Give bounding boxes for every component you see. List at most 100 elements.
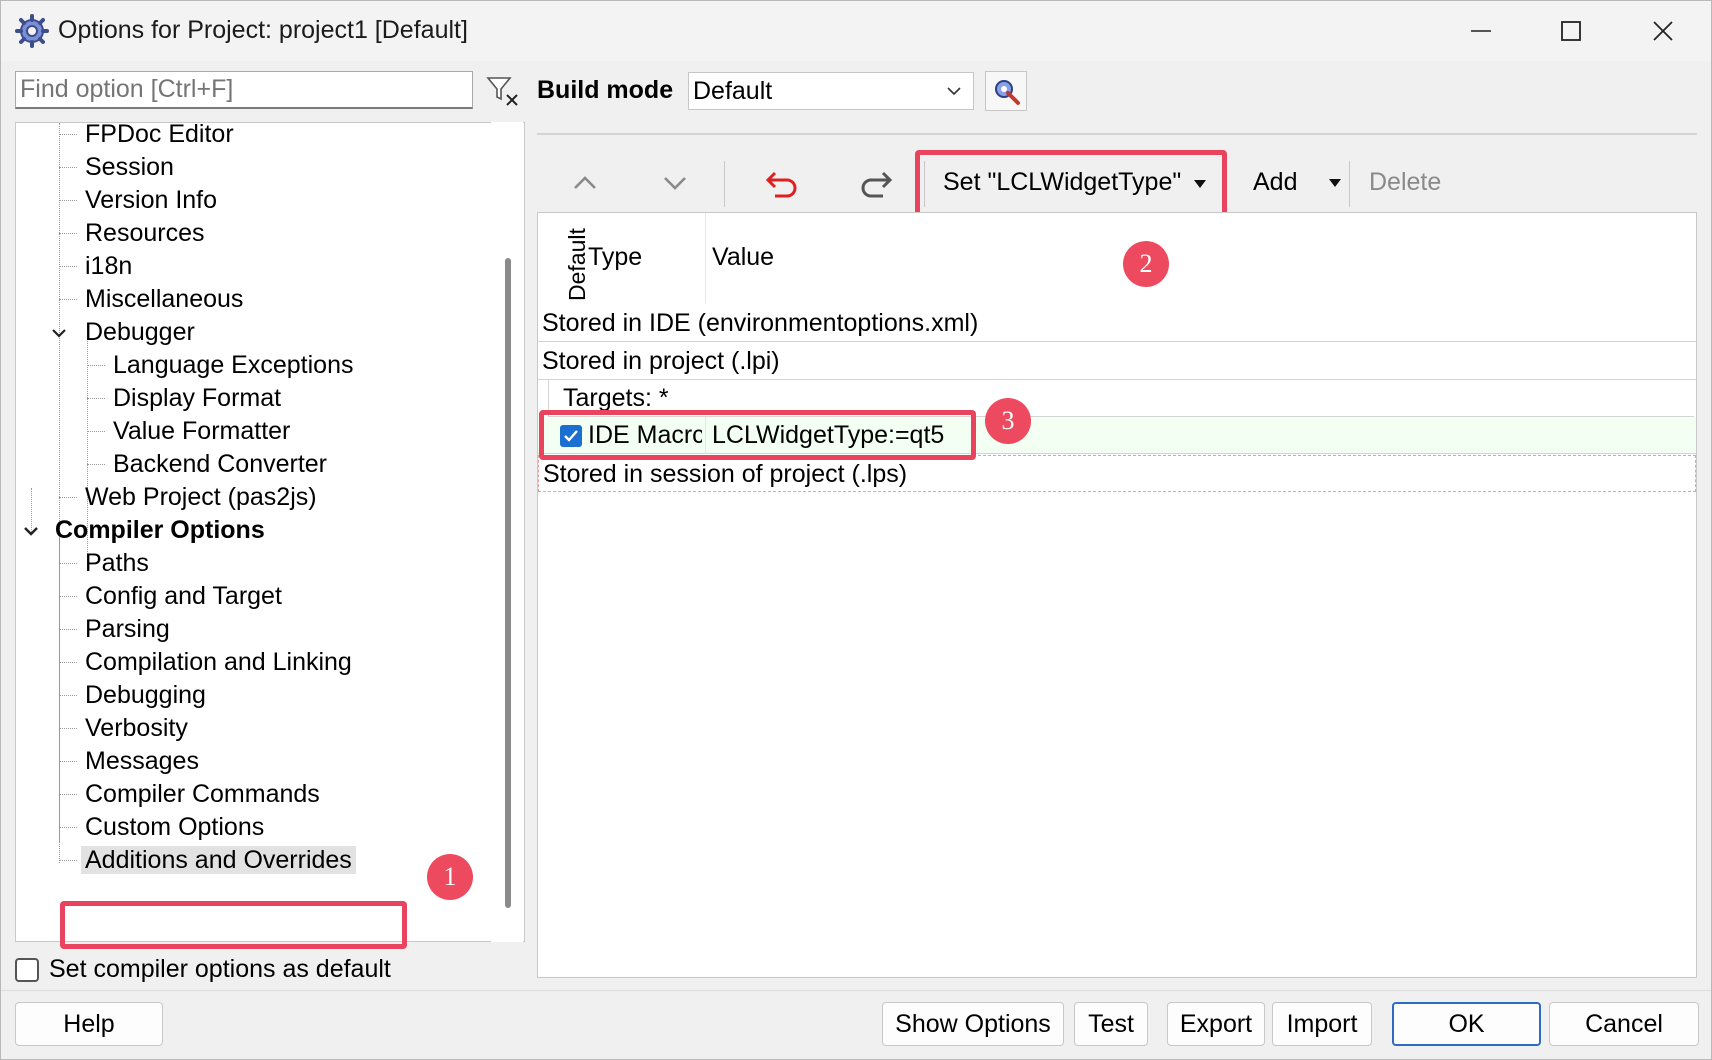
build-mode-select[interactable]: Default [688,72,974,110]
tree-item-label: Version Info [85,186,218,214]
find-option-input[interactable] [15,71,473,109]
tree-scrollbar[interactable] [491,122,523,942]
minimize-button[interactable] [1435,1,1527,61]
tree-connector [59,629,77,630]
tree-item-fpdoc-editor[interactable]: FPDoc Editor [85,122,234,151]
tree-item-debugging[interactable]: Debugging [85,678,206,712]
test-button-label: Test [1088,1009,1134,1038]
maximize-icon [1561,21,1581,41]
set-default-checkbox[interactable]: Set compiler options as default [15,955,391,984]
chevron-down-icon[interactable] [49,323,69,343]
redo-button[interactable] [855,163,895,203]
grid-row-ide-storage[interactable]: Stored in IDE (environmentoptions.xml) [538,305,1696,342]
tree-item-label: Display Format [113,384,282,412]
tree-item-additions-and-overrides[interactable]: Additions and Overrides [81,843,356,877]
options-tree[interactable]: FPDoc Editor Session Version Info Resour… [15,122,525,942]
tree-item-messages[interactable]: Messages [85,744,199,778]
tree-connector [59,266,77,267]
ok-button[interactable]: OK [1392,1002,1541,1046]
tree-item-custom-options[interactable]: Custom Options [85,810,264,844]
tree-item-resources[interactable]: Resources [85,216,205,250]
tree-item-language-exceptions[interactable]: Language Exceptions [113,348,353,382]
import-button[interactable]: Import [1272,1002,1372,1046]
column-header-default: Default [564,219,590,301]
tree-item-paths[interactable]: Paths [85,546,149,580]
column-header-value: Value [712,243,775,271]
additions-overrides-grid[interactable]: Default Type Value Stored in IDE (enviro… [537,212,1697,978]
tree-connector [87,365,105,366]
tree-item-compiler-commands[interactable]: Compiler Commands [85,777,320,811]
chevron-up-icon [574,176,596,189]
help-button[interactable]: Help [15,1002,163,1046]
tree-item-value-formatter[interactable]: Value Formatter [113,414,290,448]
tree-connector [59,167,77,168]
tree-item-version-info[interactable]: Version Info [85,183,217,217]
tree-item-verbosity[interactable]: Verbosity [85,711,188,745]
show-options-button[interactable]: Show Options [882,1002,1064,1046]
tree-item-debugger[interactable]: Debugger [85,315,195,349]
tree-connector [59,761,77,762]
tree-item-parsing[interactable]: Parsing [85,612,170,646]
tree-item-compiler-options[interactable]: Compiler Options [55,513,265,547]
tree-item-web-project[interactable]: Web Project (pas2js) [85,480,317,514]
grid-row-session-storage[interactable]: Stored in session of project (.lps) [538,455,1696,492]
delete-button-label: Delete [1369,168,1442,196]
build-mode-settings-button[interactable] [985,71,1027,111]
help-button-label: Help [63,1009,115,1038]
tree-connector [59,200,77,201]
grid-header: Default Type Value [538,213,1696,303]
minimize-icon [1471,30,1491,32]
tree-item-label: Verbosity [85,714,188,742]
row-label: Stored in session of project (.lps) [543,460,908,488]
tree-item-i18n[interactable]: i18n [85,249,132,283]
annotation-badge-2: 2 [1123,241,1169,287]
tree-item-label: i18n [85,252,133,280]
close-button[interactable] [1617,1,1709,61]
checkbox-box[interactable] [15,957,39,982]
maximize-button[interactable] [1525,1,1617,61]
move-down-button[interactable] [655,163,695,203]
tree-connector [59,299,77,300]
redo-icon [861,171,893,198]
test-button[interactable]: Test [1074,1002,1148,1046]
row-label: Targets: * [563,384,669,412]
add-dropdown-button[interactable] [1321,163,1349,203]
tree-connector [59,794,77,795]
dropdown-arrow-icon [1329,179,1341,187]
tree-item-label: Messages [85,747,199,775]
add-button[interactable]: Add [1253,168,1297,197]
tree-connector [59,233,77,234]
tree-item-backend-converter[interactable]: Backend Converter [113,447,327,481]
separator [537,133,1697,135]
clear-filter-button[interactable] [485,73,521,109]
undo-button[interactable] [763,163,803,203]
grid-row-project-storage[interactable]: Stored in project (.lpi) [538,343,1696,380]
tree-item-display-format[interactable]: Display Format [113,381,281,415]
tree-item-compilation-and-linking[interactable]: Compilation and Linking [85,645,352,679]
delete-button[interactable]: Delete [1369,168,1441,197]
annotation-box-3 [539,410,976,460]
tree-item-config-and-target[interactable]: Config and Target [85,579,282,613]
export-button[interactable]: Export [1167,1002,1265,1046]
tree-item-miscellaneous[interactable]: Miscellaneous [85,282,243,316]
scrollbar-thumb[interactable] [505,258,511,908]
tree-item-label: Backend Converter [113,450,328,478]
tree-connector [59,695,77,696]
tree-item-session[interactable]: Session [85,150,174,184]
move-up-button[interactable] [565,163,605,203]
chevron-down-icon[interactable] [21,521,41,541]
tree-item-label: Custom Options [85,813,265,841]
chevron-down-icon [947,87,961,96]
tree-item-label: Session [85,153,174,181]
tree-item-label: Parsing [85,615,170,643]
tree-item-label: Language Exceptions [113,351,354,379]
tree-connector [59,532,60,842]
tree-connector [59,827,77,828]
toolbar-separator [724,161,725,207]
tree-connector [59,728,77,729]
tree-connector [59,497,77,498]
column-header-type: Type [588,243,643,271]
close-icon [1653,21,1673,41]
cancel-button[interactable]: Cancel [1549,1002,1699,1046]
tree-item-label: FPDoc Editor [85,122,234,148]
